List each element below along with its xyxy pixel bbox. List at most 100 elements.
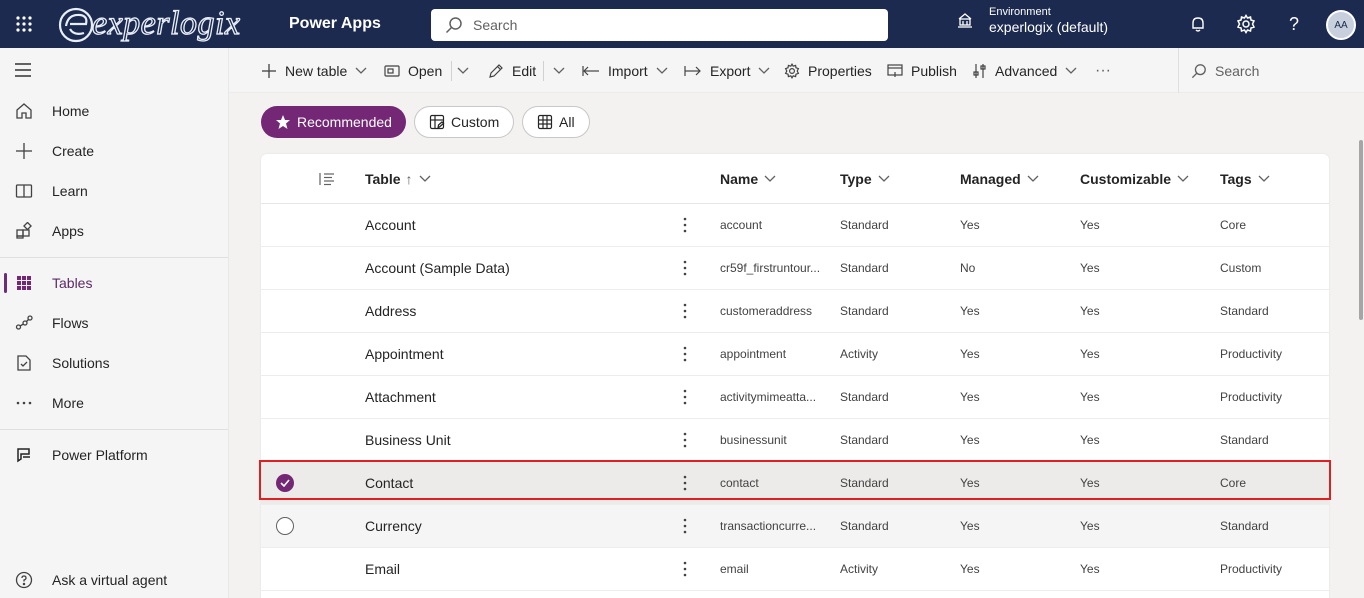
table-display-name[interactable]: Appointment [365,333,665,375]
cell-tags: Productivity [1220,347,1283,361]
nav-item-tables[interactable]: Tables [0,263,228,303]
cell-name: email [720,562,749,576]
column-header-label: Managed [960,171,1021,187]
cell-name: activitymimeatta... [720,390,817,404]
avatar-initials: AA [1334,19,1348,31]
export-button[interactable]: Export [684,48,770,93]
home-icon [14,101,34,121]
environment-picker[interactable]: Environment experlogix (default) [955,6,1108,35]
table-row[interactable]: Account account Standard Yes Yes Core [261,204,1329,247]
table-display-name[interactable]: Attachment [365,376,665,418]
experlogix-logo[interactable]: experlogix [56,4,241,44]
filter-all[interactable]: All [522,106,590,138]
nav-item-create[interactable]: Create [0,131,228,171]
command-separator [451,61,452,81]
cell-tags: Productivity [1220,562,1283,576]
global-search-placeholder: Search [473,17,518,33]
row-more-actions-icon[interactable] [677,290,693,332]
edit-dropdown-button[interactable] [553,48,565,93]
ellipsis-icon: ··· [1095,61,1111,79]
properties-button[interactable]: Properties [784,48,872,93]
advanced-button[interactable]: Advanced [973,48,1077,93]
row-more-actions-icon[interactable] [677,548,693,590]
table-display-name[interactable]: Currency [365,505,665,547]
notifications-button[interactable] [1186,12,1210,36]
column-header-name[interactable]: Name [720,154,776,204]
nav-item-flows[interactable]: Flows [0,303,228,343]
nav-collapse-button[interactable] [0,50,228,90]
column-header-type[interactable]: Type [840,154,890,204]
row-more-actions-icon[interactable] [677,247,693,289]
waffle-icon [16,16,32,32]
environment-icon [958,12,972,28]
publish-label: Publish [911,62,957,79]
open-button[interactable]: Open [384,48,442,93]
open-dropdown-button[interactable] [457,48,469,93]
global-search-input[interactable]: Search [431,9,888,41]
nav-item-more[interactable]: More [0,383,228,423]
row-more-actions-icon[interactable] [677,419,693,461]
table-row[interactable]: Address customeraddress Standard Yes Yes Stan… [261,290,1329,333]
filter-recommended[interactable]: Recommended [261,106,406,138]
filter-label: Recommended [297,114,392,130]
table-row[interactable]: Email email Activity Yes Yes Productivity [261,548,1329,591]
import-button[interactable]: Import [582,48,668,93]
filter-custom[interactable]: Custom [414,106,515,138]
table-display-name[interactable]: Contact [365,462,665,504]
column-header-managed[interactable]: Managed [960,154,1039,204]
new-table-button[interactable]: New table [261,48,367,93]
advanced-label: Advanced [995,62,1058,79]
table-display-name[interactable]: Account (Sample Data) [365,247,665,289]
chevron-down-icon [1258,175,1270,183]
table-row[interactable]: Contact contact Standard Yes Yes Core [261,462,1329,505]
virtual-agent-button[interactable]: Ask a virtual agent [0,560,228,598]
nav-item-learn[interactable]: Learn [0,171,228,211]
table-display-name[interactable]: Address [365,290,665,332]
app-name[interactable]: Power Apps [289,15,381,33]
row-more-actions-icon[interactable] [677,204,693,246]
row-more-actions-icon[interactable] [677,333,693,375]
table-row[interactable]: Attachment activitymimeatta... Standard Yes… [261,376,1329,419]
column-header-tags[interactable]: Tags [1220,154,1270,204]
column-header-label: Tags [1220,171,1252,187]
search-icon [1191,63,1206,78]
environment-label: Environment [989,6,1051,18]
chevron-down-icon [759,67,770,74]
help-button[interactable]: ? [1282,12,1306,36]
vertical-scrollbar[interactable] [1359,140,1363,320]
more-commands-button[interactable]: ··· [1095,48,1111,93]
row-selected-checkmark-icon[interactable] [276,474,294,492]
nav-item-power-platform[interactable]: Power Platform [0,435,228,475]
nav-label: Flows [52,315,89,331]
row-more-actions-icon[interactable] [677,462,693,504]
row-more-actions-icon[interactable] [677,376,693,418]
nav-item-apps[interactable]: Apps [0,211,228,251]
column-options-button[interactable] [319,154,335,204]
table-row[interactable]: Account (Sample Data) cr59f_firstruntour.… [261,247,1329,290]
row-more-actions-icon[interactable] [677,505,693,547]
edit-button[interactable]: Edit [488,48,536,93]
user-avatar[interactable]: AA [1326,10,1356,40]
table-row[interactable]: Business Unit businessunit Standard Yes Yes S… [261,419,1329,462]
table-grid-icon [14,273,34,293]
row-select-radio[interactable] [276,517,294,535]
plus-icon [262,63,276,78]
cell-managed: Yes [960,218,980,232]
table-row[interactable]: Currency transactioncurre... Standard Yes Ye… [261,505,1329,548]
top-header: experlogix Power Apps Search Environment… [0,0,1364,48]
filter-label: Custom [451,114,500,130]
table-search-input[interactable]: Search [1178,48,1364,93]
nav-item-solutions[interactable]: Solutions [0,343,228,383]
table-row[interactable]: Appointment appointment Activity Yes Yes Prod… [261,333,1329,376]
column-header-table[interactable]: Table ↑ [365,154,431,204]
book-icon [14,181,34,201]
table-display-name[interactable]: Email [365,548,665,590]
table-display-name[interactable]: Business Unit [365,419,665,461]
column-header-customizable[interactable]: Customizable [1080,154,1189,204]
app-launcher-button[interactable] [0,0,48,48]
settings-button[interactable] [1234,12,1258,36]
table-display-name[interactable]: Account [365,204,665,246]
column-list-icon [319,173,334,186]
publish-button[interactable]: Publish [887,48,957,93]
nav-item-home[interactable]: Home [0,91,228,131]
